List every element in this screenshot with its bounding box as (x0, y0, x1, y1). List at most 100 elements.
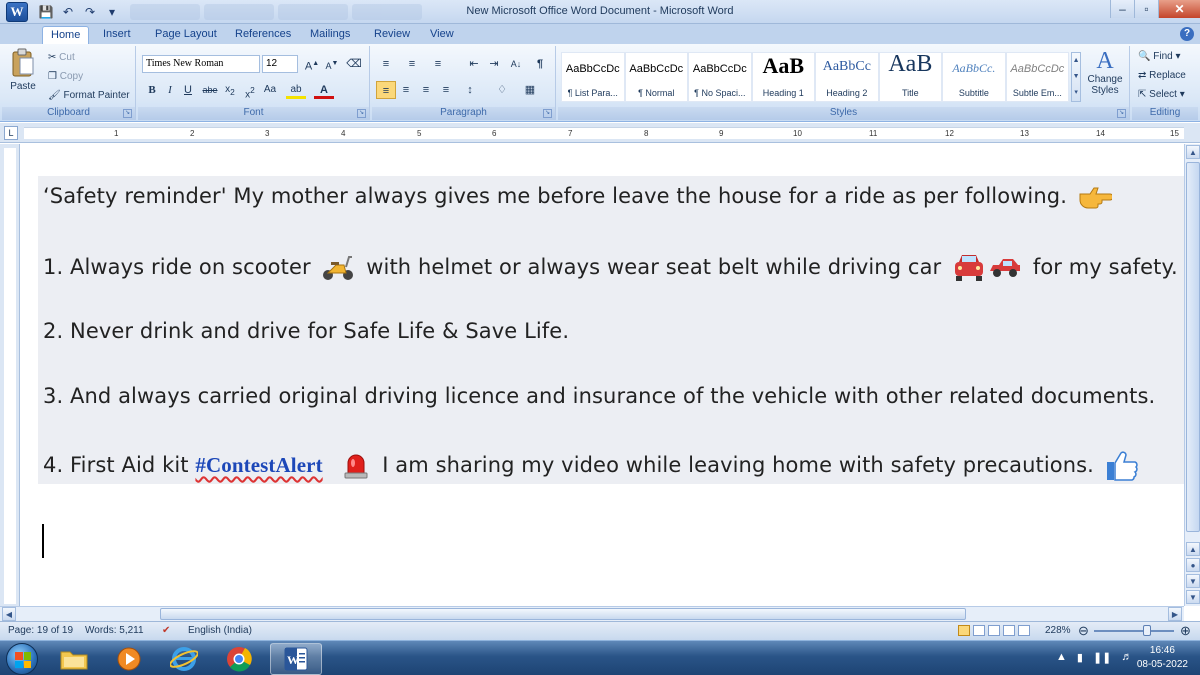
next-page-button[interactable]: ▼ (1186, 574, 1200, 588)
language[interactable]: English (India) (188, 625, 252, 636)
document-line-2[interactable]: 1. Always ride on scooter with helmet or… (43, 252, 1178, 284)
tab-view[interactable]: View (422, 26, 462, 44)
multilevel-list-button[interactable]: ≡ (428, 55, 448, 73)
document-line-4[interactable]: 3. And always carried original driving l… (43, 384, 1155, 408)
previous-page-button[interactable]: ▲ (1186, 542, 1200, 556)
tab-mailings[interactable]: Mailings (302, 26, 358, 44)
taskbar-internet-explorer[interactable] (158, 643, 210, 675)
font-name-box[interactable]: Times New Roman (142, 55, 260, 73)
zoom-slider-knob[interactable] (1143, 625, 1151, 636)
style-normal[interactable]: AaBbCcDc ¶ Normal (624, 52, 689, 102)
maximize-button[interactable]: ▫ (1134, 0, 1158, 18)
word-count[interactable]: Words: 5,211 (85, 625, 144, 636)
align-left-button[interactable]: ≡ (376, 81, 396, 99)
taskbar-explorer[interactable] (48, 643, 100, 675)
show-hidden-icons-icon[interactable]: ▲ (1056, 651, 1067, 664)
outline-view-icon[interactable] (1003, 625, 1015, 636)
highlight-button[interactable]: ab (286, 81, 306, 99)
replace-button[interactable]: ⇄ Replace (1138, 70, 1186, 81)
line-spacing-button[interactable]: ↕ (460, 81, 480, 99)
clipboard-launcher-icon[interactable]: ↘ (123, 109, 132, 118)
horizontal-scrollbar[interactable]: ◀ ▶ (0, 606, 1184, 621)
browse-object-button[interactable]: ● (1186, 558, 1200, 572)
proofing-icon[interactable]: ✔︎ (162, 625, 170, 636)
show-formatting-button[interactable]: ¶ (530, 55, 550, 73)
zoom-in-button[interactable]: ⊕ (1180, 623, 1191, 639)
scroll-left-arrow[interactable]: ◀ (2, 607, 16, 621)
bold-button[interactable]: B (142, 81, 162, 99)
align-right-button[interactable]: ≡ (416, 81, 436, 99)
minimize-button[interactable]: – (1110, 0, 1134, 18)
numbering-button[interactable]: ≡ (402, 55, 422, 73)
tab-references[interactable]: References (227, 26, 299, 44)
paragraph-launcher-icon[interactable]: ↘ (543, 109, 552, 118)
tab-review[interactable]: Review (366, 26, 418, 44)
clear-format-button[interactable]: ⌫ (344, 55, 364, 73)
change-styles-button[interactable]: A Change Styles (1082, 48, 1128, 96)
full-screen-view-icon[interactable] (973, 625, 985, 636)
copy-button[interactable]: ❐ Copy (48, 71, 83, 82)
borders-button[interactable]: ▦ (520, 81, 540, 99)
close-button[interactable]: ✕ (1158, 0, 1200, 18)
ruler-strip[interactable]: 1 2 3 4 5 6 7 8 9 10 11 12 13 14 15 (24, 127, 1184, 139)
contest-hashtag[interactable]: #ContestAlert (195, 453, 322, 477)
format-painter-button[interactable]: 🖌 Format Painter (48, 90, 130, 101)
font-size-box[interactable]: 12 (262, 55, 298, 73)
page-count[interactable]: Page: 19 of 19 (8, 625, 73, 636)
battery-icon[interactable]: ▮ (1077, 651, 1083, 664)
zoom-slider[interactable] (1094, 630, 1174, 632)
font-color-button[interactable]: A (314, 81, 334, 99)
increase-indent-button[interactable]: ⇥ (484, 55, 504, 73)
zoom-out-button[interactable]: ⊖ (1078, 623, 1089, 639)
style-subtitle[interactable]: AaBbCc. Subtitle (942, 52, 1006, 102)
taskbar-media-player[interactable] (103, 643, 155, 675)
start-button[interactable] (6, 643, 38, 675)
vertical-scroll-thumb[interactable] (1186, 162, 1200, 532)
tab-insert[interactable]: Insert (95, 26, 139, 44)
network-icon[interactable]: ❚❚ (1093, 651, 1111, 664)
vertical-ruler-strip[interactable] (4, 148, 16, 604)
taskbar-chrome[interactable] (213, 643, 265, 675)
volume-icon[interactable]: ♬ (1121, 651, 1132, 664)
font-launcher-icon[interactable]: ↘ (357, 109, 366, 118)
bullets-button[interactable]: ≡ (376, 55, 396, 73)
scroll-down-arrow[interactable]: ▼ (1186, 590, 1200, 604)
horizontal-scroll-thumb[interactable] (160, 608, 966, 620)
styles-scroll[interactable]: ▲ ▼ ▾ (1071, 52, 1082, 102)
subscript-button[interactable]: x2 (220, 81, 240, 99)
style-subtle-emphasis[interactable]: AaBbCcDc Subtle Em... (1005, 52, 1070, 102)
superscript-button[interactable]: x2 (240, 81, 260, 100)
document-line-1[interactable]: ‘Safety reminder' My mother always gives… (43, 184, 1116, 210)
help-icon[interactable]: ? (1180, 27, 1194, 41)
shading-button[interactable]: ♢ (492, 81, 512, 99)
shrink-font-button[interactable]: A▼ (322, 55, 342, 73)
tab-page-layout[interactable]: Page Layout (147, 26, 225, 44)
tab-home[interactable]: Home (42, 26, 90, 44)
taskbar-word[interactable]: W (270, 643, 322, 675)
cut-button[interactable]: ✂ Cut (48, 52, 75, 63)
style-no-spacing[interactable]: AaBbCcDc ¶ No Spaci... (688, 52, 752, 102)
change-case-button[interactable]: Aa (260, 81, 280, 99)
tab-selector-button[interactable]: L (4, 126, 18, 140)
vertical-scrollbar[interactable]: ▲ ▲ ● ▼ ▼ (1184, 144, 1200, 606)
scroll-up-arrow[interactable]: ▲ (1186, 145, 1200, 159)
document-line-5[interactable]: 4. First Aid kit #ContestAlert I am shar… (43, 450, 1145, 482)
style-heading-1[interactable]: AaB Heading 1 (751, 52, 816, 102)
underline-button[interactable]: U (178, 81, 198, 99)
strikethrough-button[interactable]: abe (200, 81, 220, 99)
document-area[interactable]: ‘Safety reminder' My mother always gives… (21, 144, 1184, 606)
paste-button[interactable]: Paste (8, 48, 38, 92)
decrease-indent-button[interactable]: ⇤ (464, 55, 484, 73)
clock[interactable]: 16:46 08-05-2022 (1137, 644, 1188, 672)
document-line-3[interactable]: 2. Never drink and drive for Safe Life &… (43, 319, 569, 343)
scroll-right-arrow[interactable]: ▶ (1168, 607, 1182, 621)
find-button[interactable]: 🔍 Find ▾ (1138, 51, 1181, 62)
align-center-button[interactable]: ≡ (396, 81, 416, 99)
draft-view-icon[interactable] (1018, 625, 1030, 636)
zoom-level[interactable]: 228% (1045, 625, 1071, 636)
style-list-paragraph[interactable]: AaBbCcDc ¶ List Para... (561, 52, 625, 102)
italic-button[interactable]: I (160, 81, 180, 99)
style-heading-2[interactable]: AaBbCc Heading 2 (815, 52, 879, 102)
web-layout-view-icon[interactable] (988, 625, 1000, 636)
justify-button[interactable]: ≡ (436, 81, 456, 99)
